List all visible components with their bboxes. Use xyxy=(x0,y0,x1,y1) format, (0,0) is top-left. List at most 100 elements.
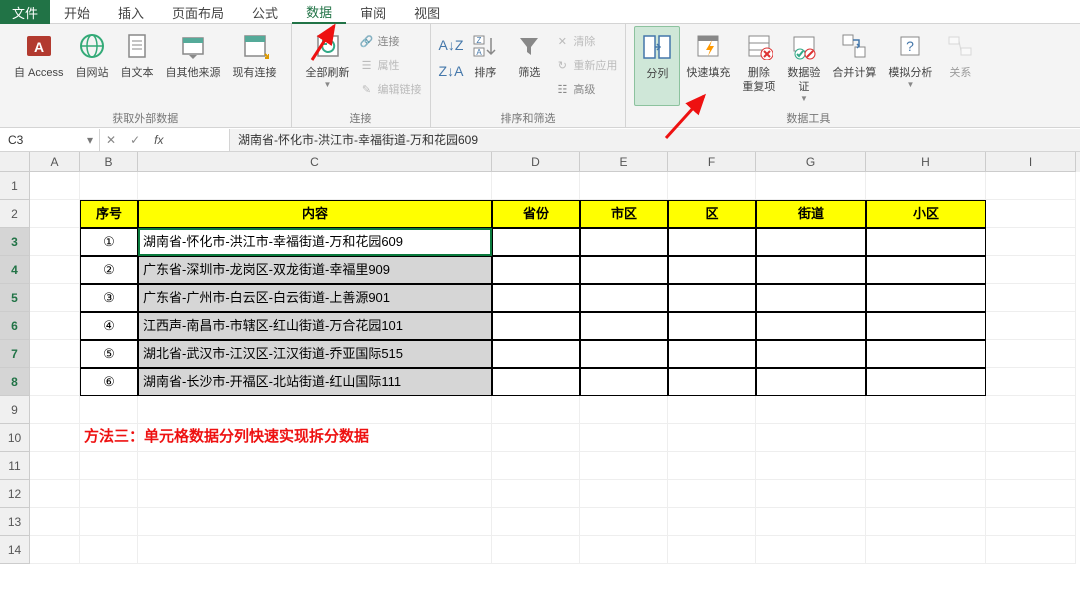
btn-sort-asc[interactable]: A↓Z xyxy=(439,34,464,56)
cell[interactable] xyxy=(986,200,1076,228)
row-head-1[interactable]: 1 xyxy=(0,172,30,200)
cell[interactable] xyxy=(756,340,866,368)
col-head-C[interactable]: C xyxy=(138,152,492,172)
menu-tab-review[interactable]: 审阅 xyxy=(346,0,400,24)
cell[interactable] xyxy=(492,312,580,340)
cell-header-street[interactable]: 街道 xyxy=(756,200,866,228)
cell[interactable] xyxy=(986,312,1076,340)
btn-whatif[interactable]: ? 模拟分析 ▼ xyxy=(882,26,938,106)
btn-text-to-columns[interactable]: 分列 xyxy=(634,26,680,106)
cell[interactable] xyxy=(986,284,1076,312)
btn-remove-duplicates[interactable]: 删除 重复项 xyxy=(736,26,781,106)
cell[interactable] xyxy=(756,452,866,480)
cell[interactable] xyxy=(138,480,492,508)
cell[interactable] xyxy=(30,508,80,536)
col-head-E[interactable]: E xyxy=(580,152,668,172)
btn-connections[interactable]: 🔗连接 xyxy=(360,30,422,52)
cell[interactable] xyxy=(756,284,866,312)
cell[interactable] xyxy=(580,256,668,284)
cell[interactable] xyxy=(30,396,80,424)
btn-advanced-filter[interactable]: ☷高级 xyxy=(555,78,617,100)
cell[interactable] xyxy=(986,480,1076,508)
cell[interactable] xyxy=(866,340,986,368)
btn-from-other[interactable]: 自其他来源 xyxy=(160,26,227,106)
cell[interactable] xyxy=(580,172,668,200)
cell[interactable] xyxy=(30,424,80,452)
cell[interactable] xyxy=(580,228,668,256)
cell[interactable] xyxy=(30,256,80,284)
col-head-G[interactable]: G xyxy=(756,152,866,172)
cell[interactable] xyxy=(668,480,756,508)
cell[interactable] xyxy=(668,396,756,424)
cell[interactable] xyxy=(866,396,986,424)
btn-data-validation[interactable]: 数据验 证 ▼ xyxy=(781,26,826,106)
cell[interactable] xyxy=(866,284,986,312)
cell[interactable] xyxy=(668,452,756,480)
row-head-11[interactable]: 11 xyxy=(0,452,30,480)
row-head-13[interactable]: 13 xyxy=(0,508,30,536)
cancel-formula-icon[interactable]: ✕ xyxy=(106,133,116,147)
cell[interactable] xyxy=(668,228,756,256)
cell[interactable] xyxy=(866,424,986,452)
cell[interactable] xyxy=(668,172,756,200)
cell[interactable] xyxy=(866,536,986,564)
menu-file[interactable]: 文件 xyxy=(0,0,50,24)
name-box-dropdown-icon[interactable]: ▾ xyxy=(81,133,99,147)
row-head-2[interactable]: 2 xyxy=(0,200,30,228)
cell[interactable] xyxy=(492,480,580,508)
cell[interactable] xyxy=(756,172,866,200)
row-head-7[interactable]: 7 xyxy=(0,340,30,368)
cell[interactable] xyxy=(30,284,80,312)
row-head-6[interactable]: 6 xyxy=(0,312,30,340)
cell[interactable] xyxy=(668,284,756,312)
cell[interactable] xyxy=(30,480,80,508)
cell[interactable] xyxy=(756,480,866,508)
cell[interactable] xyxy=(668,368,756,396)
cell[interactable] xyxy=(80,452,138,480)
col-head-B[interactable]: B xyxy=(80,152,138,172)
cell[interactable] xyxy=(492,452,580,480)
cell[interactable] xyxy=(866,256,986,284)
cell[interactable] xyxy=(580,368,668,396)
cell[interactable] xyxy=(986,536,1076,564)
menu-tab-view[interactable]: 视图 xyxy=(400,0,454,24)
menu-tab-formula[interactable]: 公式 xyxy=(238,0,292,24)
cell[interactable] xyxy=(580,452,668,480)
cell[interactable] xyxy=(580,340,668,368)
cell[interactable] xyxy=(756,508,866,536)
row-head-3[interactable]: 3 xyxy=(0,228,30,256)
cell[interactable] xyxy=(80,172,138,200)
cell-seq[interactable]: ⑥ xyxy=(80,368,138,396)
col-head-H[interactable]: H xyxy=(866,152,986,172)
cell-content[interactable]: 广东省-广州市-白云区-白云街道-上善源901 xyxy=(138,284,492,312)
cell[interactable] xyxy=(492,228,580,256)
col-head-I[interactable]: I xyxy=(986,152,1076,172)
cell[interactable] xyxy=(866,452,986,480)
cell[interactable] xyxy=(80,480,138,508)
cell[interactable] xyxy=(138,424,492,452)
cell[interactable] xyxy=(866,228,986,256)
cell[interactable] xyxy=(580,312,668,340)
cell[interactable] xyxy=(756,536,866,564)
cell[interactable] xyxy=(30,172,80,200)
cell[interactable] xyxy=(986,172,1076,200)
cell-content[interactable]: 江西声-南昌市-市辖区-红山街道-万合花园101 xyxy=(138,312,492,340)
col-head-A[interactable]: A xyxy=(30,152,80,172)
cell-seq[interactable]: ④ xyxy=(80,312,138,340)
cell[interactable] xyxy=(30,312,80,340)
cell[interactable] xyxy=(986,340,1076,368)
menu-tab-insert[interactable]: 插入 xyxy=(104,0,158,24)
btn-sort-desc[interactable]: Z↓A xyxy=(439,60,464,82)
cell[interactable] xyxy=(668,424,756,452)
btn-from-web[interactable]: 自网站 xyxy=(70,26,115,106)
note-cell[interactable]: 方法三：单元格数据分列快速实现拆分数据 xyxy=(80,424,138,452)
menu-tab-home[interactable]: 开始 xyxy=(50,0,104,24)
cell[interactable] xyxy=(30,536,80,564)
cell[interactable] xyxy=(580,480,668,508)
row-head-8[interactable]: 8 xyxy=(0,368,30,396)
cell-seq[interactable]: ⑤ xyxy=(80,340,138,368)
cell[interactable] xyxy=(756,228,866,256)
cell[interactable] xyxy=(756,368,866,396)
btn-consolidate[interactable]: 合并计算 xyxy=(826,26,882,106)
cell-seq[interactable]: ① xyxy=(80,228,138,256)
